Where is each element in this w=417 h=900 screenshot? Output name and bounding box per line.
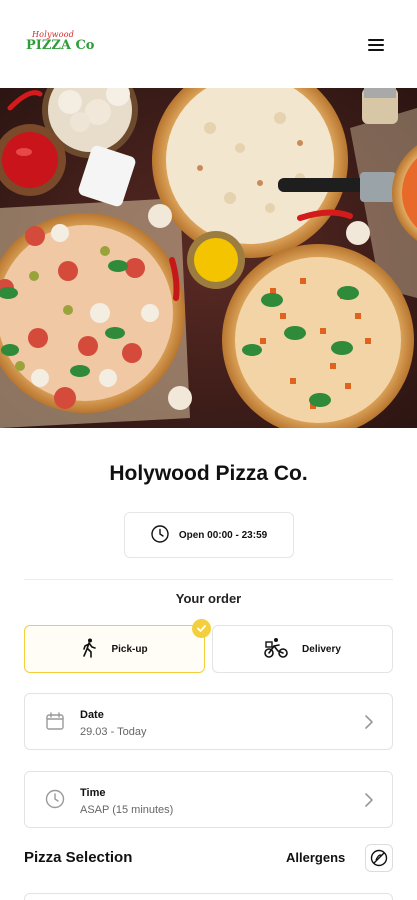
logo-text: PIZZA Co [26,38,95,53]
selected-check-icon [192,619,211,638]
brand-logo[interactable]: Holywood PIZZA Co [26,30,96,58]
no-allergens-icon[interactable] [365,844,393,872]
date-value: 29.03 - Today [80,726,147,738]
allergens-link[interactable]: Allergens [286,850,345,865]
date-selector[interactable]: Date 29.03 - Today [24,693,393,750]
divider [24,579,393,580]
your-order-heading: Your order [175,591,242,606]
pickup-label: Pick-up [111,643,148,655]
hero-pizza-image [0,88,417,428]
pizza-list-item[interactable] [24,893,393,900]
time-selector[interactable]: Time ASAP (15 minutes) [24,771,393,828]
bicycle-courier-icon [264,637,288,662]
pickup-option[interactable]: Pick-up [24,625,205,673]
walking-person-icon [81,638,97,661]
time-label: Time [80,787,106,799]
restaurant-name: Holywood Pizza Co. [109,462,308,485]
chevron-right-icon [364,714,374,735]
opening-hours-text: Open 00:00 - 23:59 [178,529,268,541]
opening-hours: Open 00:00 - 23:59 [124,512,294,558]
app-header: Holywood PIZZA Co [0,0,417,88]
hamburger-menu-icon[interactable] [366,36,388,54]
pizza-selection-heading: Pizza Selection [24,849,133,866]
clock-icon [45,789,65,814]
chevron-right-icon [364,792,374,813]
clock-icon [151,524,169,546]
delivery-option[interactable]: Delivery [212,625,393,673]
date-label: Date [80,709,104,721]
calendar-icon [45,711,65,736]
delivery-label: Delivery [302,643,341,655]
time-value: ASAP (15 minutes) [80,804,174,816]
